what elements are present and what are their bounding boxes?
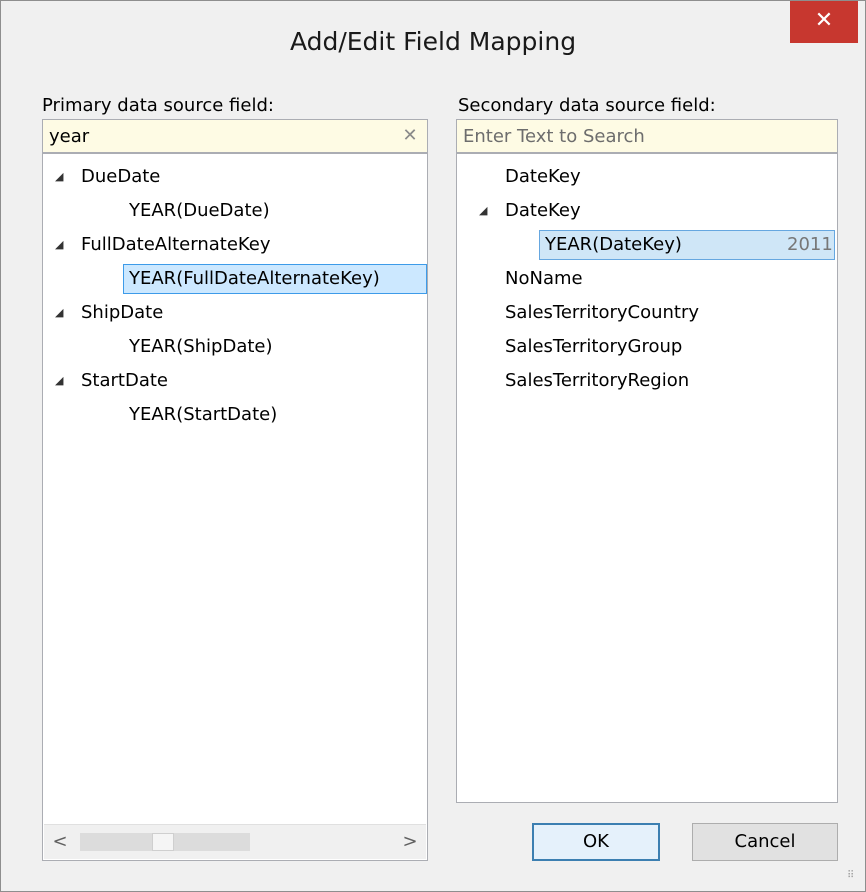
primary-search-box: ✕ (42, 119, 428, 153)
ok-button[interactable]: OK (532, 823, 660, 861)
tree-item-year-shipdate[interactable]: YEAR(ShipDate) (43, 330, 427, 364)
secondary-tree: DateKey ◢ DateKey YEAR(DateKey) 2011 NoN… (456, 153, 838, 803)
expand-arrow-icon[interactable]: ◢ (479, 194, 491, 228)
tree-item-label: YEAR(DateKey) (545, 234, 682, 255)
scroll-thumb[interactable] (152, 833, 174, 851)
secondary-search-box (456, 119, 838, 153)
tree-item-label: ShipDate (81, 302, 164, 323)
tree-item-datekey[interactable]: DateKey (457, 160, 837, 194)
tree-item-year-fulldatealternatekey[interactable]: YEAR(FullDateAlternateKey) (43, 262, 427, 296)
tree-item-duedate[interactable]: ◢ DueDate (43, 160, 427, 194)
tree-item-shipdate[interactable]: ◢ ShipDate (43, 296, 427, 330)
close-button[interactable]: ✕ (790, 1, 858, 43)
dialog-content: Primary data source field: ✕ ◢ DueDate Y… (12, 81, 854, 881)
primary-tree: ◢ DueDate YEAR(DueDate) ◢ FullDateAltern… (42, 153, 428, 861)
tree-item-label: NoName (505, 268, 583, 289)
tree-item-year-startdate[interactable]: YEAR(StartDate) (43, 398, 427, 432)
tree-item-year-datekey[interactable]: YEAR(DateKey) 2011 (457, 228, 837, 262)
tree-item-label: YEAR(FullDateAlternateKey) (129, 268, 380, 289)
expand-arrow-icon[interactable]: ◢ (55, 364, 67, 398)
tree-item-noname[interactable]: NoName (457, 262, 837, 296)
tree-item-year-duedate[interactable]: YEAR(DueDate) (43, 194, 427, 228)
primary-search-input[interactable] (49, 120, 393, 152)
tree-item-label: YEAR(ShipDate) (129, 336, 273, 357)
title-bar: Add/Edit Field Mapping ✕ (1, 1, 865, 81)
tree-item-label: SalesTerritoryRegion (505, 370, 690, 391)
tree-item-startdate[interactable]: ◢ StartDate (43, 364, 427, 398)
tree-item-label: SalesTerritoryGroup (505, 336, 683, 357)
tree-item-label: StartDate (81, 370, 168, 391)
expand-arrow-icon[interactable]: ◢ (55, 160, 67, 194)
tree-item-salesterritorycountry[interactable]: SalesTerritoryCountry (457, 296, 837, 330)
clear-icon[interactable]: ✕ (399, 123, 421, 149)
tree-item-label: SalesTerritoryCountry (505, 302, 700, 323)
tree-item-label: YEAR(StartDate) (129, 404, 278, 425)
tree-item-salesterritorygroup[interactable]: SalesTerritoryGroup (457, 330, 837, 364)
tree-item-fulldatealternatekey[interactable]: ◢ FullDateAlternateKey (43, 228, 427, 262)
tree-item-label: DateKey (505, 200, 581, 221)
tree-item-salesterritoryregion[interactable]: SalesTerritoryRegion (457, 364, 837, 398)
scroll-right-icon[interactable]: > (394, 825, 426, 859)
secondary-search-input[interactable] (463, 120, 803, 152)
dialog-window: Add/Edit Field Mapping ✕ Primary data so… (0, 0, 866, 892)
cancel-button[interactable]: Cancel (692, 823, 838, 861)
dialog-title: Add/Edit Field Mapping (289, 27, 577, 56)
tree-item-label: DateKey (505, 166, 581, 187)
horizontal-scrollbar[interactable]: < > (44, 824, 426, 859)
expand-arrow-icon[interactable]: ◢ (55, 296, 67, 330)
value-badge: 2011 (787, 234, 833, 255)
secondary-field-label: Secondary data source field: (458, 95, 716, 116)
tree-item-datekey-expanded[interactable]: ◢ DateKey (457, 194, 837, 228)
close-icon: ✕ (814, 8, 834, 33)
tree-item-label: FullDateAlternateKey (81, 234, 271, 255)
primary-field-label: Primary data source field: (42, 95, 274, 116)
tree-item-label: YEAR(DueDate) (129, 200, 270, 221)
scroll-left-icon[interactable]: < (44, 825, 76, 859)
resize-grip-icon[interactable]: ⠿ (847, 871, 861, 887)
expand-arrow-icon[interactable]: ◢ (55, 228, 67, 262)
tree-item-label: DueDate (81, 166, 161, 187)
